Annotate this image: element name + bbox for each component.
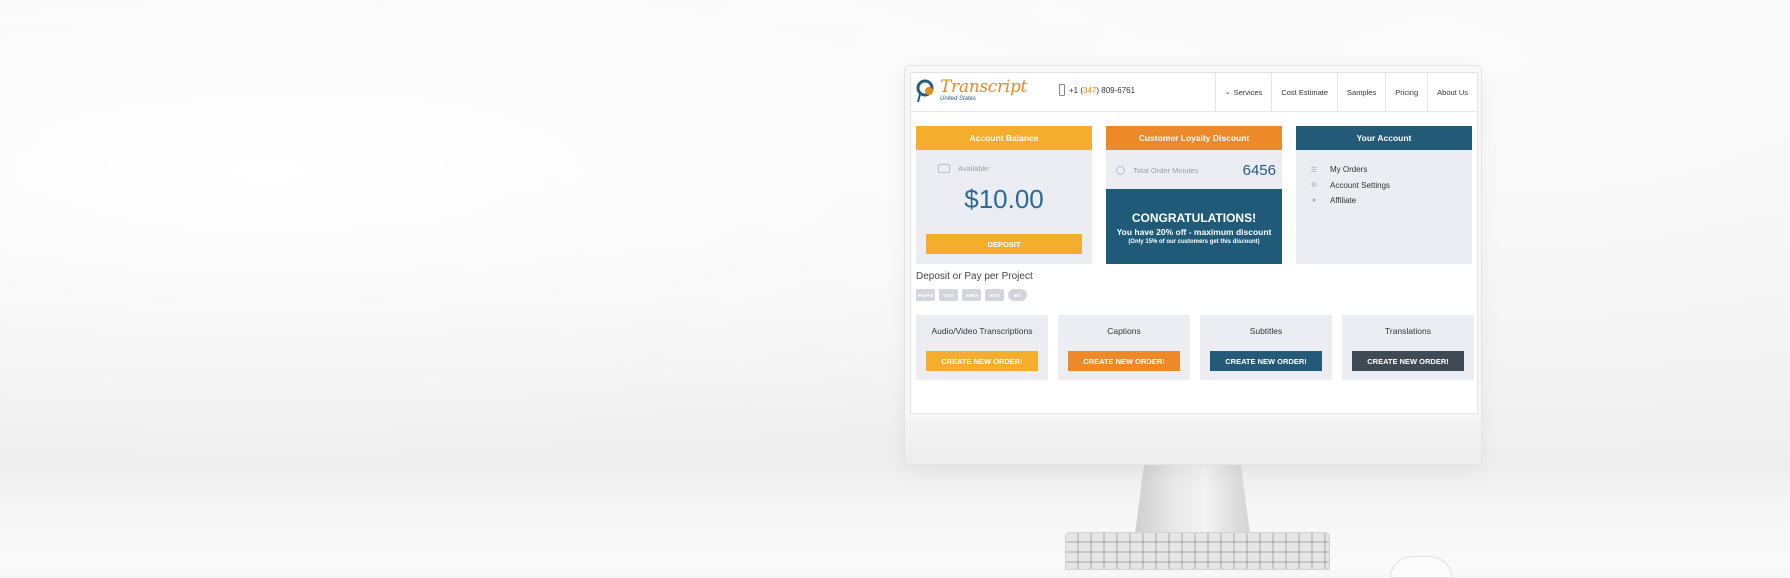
create-order-button[interactable]: CREATE NEW ORDER!	[1068, 351, 1180, 371]
gear-icon: ⚙	[1310, 182, 1318, 190]
visa-icon: VISA	[985, 289, 1004, 301]
account-links: ☰ My Orders ⚙ Account Settings ● Affilia…	[1310, 162, 1390, 209]
create-order-button[interactable]: CREATE NEW ORDER!	[1210, 351, 1322, 371]
create-order-button[interactable]: CREATE NEW ORDER!	[926, 351, 1038, 371]
payment-methods: PayPal VISA AMEX VISA MC	[916, 289, 1027, 301]
monitor-stand	[1135, 464, 1250, 534]
site-header: Transcript United States +1 (347) 809-67…	[911, 73, 1477, 112]
monitor-chin	[905, 418, 1481, 464]
deposit-button[interactable]: DEPOSIT	[926, 234, 1082, 254]
list-icon: ☰	[1310, 166, 1318, 174]
nav-samples[interactable]: Samples	[1337, 73, 1385, 111]
credit-card-icon	[938, 164, 950, 173]
main-nav: ⌄ Services Cost Estimate Samples Pricing…	[1214, 73, 1477, 111]
clock-icon	[1116, 166, 1125, 175]
nav-about-us[interactable]: About Us	[1427, 73, 1477, 111]
balance-amount: $10.00	[964, 184, 1044, 214]
payment-title: Deposit or Pay per Project	[916, 271, 1033, 282]
logo-subtitle: United States	[940, 96, 977, 102]
monitor: Transcript United States +1 (347) 809-67…	[905, 66, 1481, 464]
chevron-down-icon: ⌄	[1224, 89, 1231, 96]
mastercard-icon: MC	[1008, 289, 1027, 301]
link-account-settings[interactable]: ⚙ Account Settings	[1310, 178, 1390, 194]
service-card-subtitles: Subtitles CREATE NEW ORDER!	[1200, 315, 1332, 380]
service-card-translations: Translations CREATE NEW ORDER!	[1342, 315, 1474, 380]
nav-services[interactable]: ⌄ Services	[1214, 73, 1272, 111]
create-order-button[interactable]: CREATE NEW ORDER!	[1352, 351, 1464, 371]
service-card-transcriptions: Audio/Video Transcriptions CREATE NEW OR…	[916, 315, 1048, 380]
total-minutes-row: Total Order Minutes 6456	[1116, 162, 1276, 179]
loyalty-discount-card: Customer Loyalty Discount Total Order Mi…	[1106, 126, 1282, 264]
visa-icon: VISA	[939, 289, 958, 301]
mouse	[1390, 556, 1452, 578]
website-screen: Transcript United States +1 (347) 809-67…	[910, 72, 1478, 414]
people-icon: ●	[1311, 197, 1317, 205]
card-header: Account Balance	[916, 126, 1092, 150]
phone-number[interactable]: +1 (347) 809-6761	[1059, 84, 1135, 96]
minutes-value: 6456	[1242, 162, 1276, 179]
card-header: Customer Loyalty Discount	[1106, 126, 1282, 150]
desk-surface	[0, 470, 1790, 570]
nav-cost-estimate[interactable]: Cost Estimate	[1271, 73, 1337, 111]
keyboard	[1065, 532, 1330, 570]
site-logo[interactable]: Transcript United States	[916, 77, 1036, 105]
link-affiliate[interactable]: ● Affiliate	[1310, 193, 1390, 209]
account-balance-card: Account Balance Available: $10.00 DEPOSI…	[916, 126, 1092, 264]
paypal-icon: PayPal	[916, 289, 935, 301]
amex-icon: AMEX	[962, 289, 981, 301]
your-account-card: Your Account ☰ My Orders ⚙ Account Setti…	[1296, 126, 1472, 264]
congratulations-banner: CONGRATULATIONS! You have 20% off - maxi…	[1106, 189, 1282, 264]
phone-text: +1 (347) 809-6761	[1069, 85, 1136, 95]
logo-text: Transcript	[940, 77, 1028, 97]
link-my-orders[interactable]: ☰ My Orders	[1310, 162, 1390, 178]
phone-icon	[1059, 84, 1065, 96]
card-header: Your Account	[1296, 126, 1472, 150]
service-card-captions: Captions CREATE NEW ORDER!	[1058, 315, 1190, 380]
nav-pricing[interactable]: Pricing	[1385, 73, 1427, 111]
logo-icon	[916, 79, 934, 103]
available-row: Available:	[938, 164, 990, 173]
